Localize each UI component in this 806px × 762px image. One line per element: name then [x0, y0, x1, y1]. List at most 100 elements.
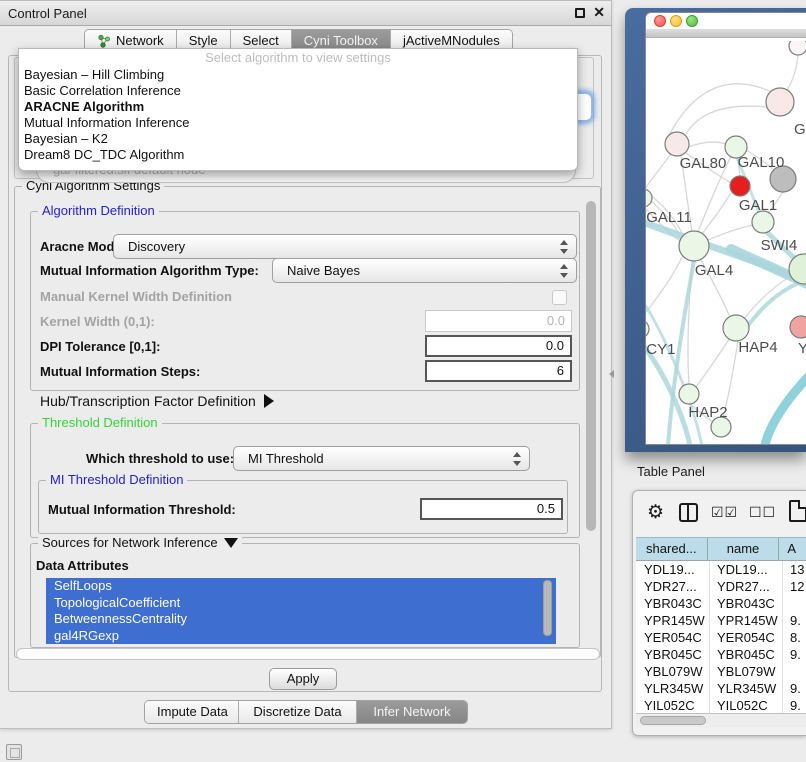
list-item-topologicalcoefficient[interactable]: TopologicalCoefficient: [46, 595, 556, 612]
expand-down-icon: [224, 538, 238, 548]
dropdown-item-mutual-information[interactable]: Mutual Information Inference: [19, 115, 577, 131]
combo-arrows-icon: [559, 263, 568, 279]
cell-value: 8.: [790, 629, 801, 646]
settings-scrollbar-thumb[interactable]: [586, 201, 596, 531]
table-horizontal-scrollbar[interactable]: [636, 713, 806, 727]
cell-name: YIL052C: [717, 697, 768, 713]
dropdown-item-bayesian-k2[interactable]: Bayesian – K2: [19, 131, 577, 147]
columns-icon[interactable]: [679, 503, 698, 522]
mi-threshold-field[interactable]: 0.5: [420, 498, 563, 520]
expand-right-icon: [264, 394, 274, 408]
table-body: YDL19...YDL19...13 YDR27...YDR27...12 YB…: [636, 561, 806, 713]
gear-icon[interactable]: ⚙: [647, 501, 664, 524]
table-header: shared... name A: [636, 537, 806, 561]
combo-arrows-icon: [512, 451, 521, 467]
aracne-mode-combo[interactable]: Discovery: [113, 234, 577, 259]
network-node-gal80[interactable]: [665, 132, 689, 156]
settings-horizontal-scrollbar[interactable]: [16, 648, 600, 660]
panel-splitter-handle[interactable]: [609, 370, 614, 378]
table-row[interactable]: YPR145WYPR145W9.: [636, 612, 806, 629]
tab-infer-network[interactable]: Infer Network: [357, 701, 467, 723]
cell-name: YBR043C: [717, 595, 775, 612]
mi-steps-field[interactable]: 6: [425, 360, 572, 382]
table-scrollbar-thumb[interactable]: [640, 716, 706, 725]
attributes-scrollbar-thumb[interactable]: [543, 580, 552, 636]
dropdown-item-dream8[interactable]: Dream8 DC_TDC Algorithm: [19, 147, 577, 163]
network-node-gal11[interactable]: [646, 189, 652, 207]
network-node-gal1[interactable]: [752, 211, 774, 233]
control-panel-titlebar: Control Panel ✕: [0, 1, 611, 26]
node-label-hap4: HAP4: [738, 339, 777, 356]
table-row[interactable]: YBR045CYBR045C9.: [636, 646, 806, 663]
cell-name: YPR145W: [717, 612, 778, 629]
network-node-red[interactable]: [730, 176, 750, 196]
aracne-mode-value: Discovery: [128, 239, 185, 254]
export-table-icon[interactable]: [789, 500, 806, 522]
node-label-gal80: GAL80: [680, 155, 727, 172]
node-label-gal-partial: GAL: [794, 121, 806, 138]
column-header-shared[interactable]: shared...: [636, 538, 708, 560]
mac-close-button[interactable]: [654, 15, 666, 27]
list-item-selfloops[interactable]: SelfLoops: [46, 578, 556, 595]
settings-vertical-scrollbar[interactable]: [586, 201, 596, 651]
cell-shared: YIL052C: [644, 697, 695, 713]
table-panel-window: ⚙ ☑☑ ☐☐ shared... name A YDL19...YDL19..…: [632, 490, 806, 736]
table-row[interactable]: YBR043CYBR043C: [636, 595, 806, 612]
cell-shared: YBR045C: [644, 646, 702, 663]
cell-value: 9.: [790, 612, 801, 629]
which-threshold-value: MI Threshold: [248, 451, 324, 466]
column-header-name[interactable]: name: [708, 538, 780, 560]
select-all-checkboxes-icon[interactable]: ☑☑: [711, 504, 738, 521]
hub-definition-toggle[interactable]: Hub/Transcription Factor Definition: [40, 393, 274, 409]
dropdown-item-aracne[interactable]: ARACNE Algorithm: [19, 99, 577, 115]
tab-discretize-data[interactable]: Discretize Data: [239, 701, 357, 723]
mi-threshold-group-title: MI Threshold Definition: [46, 473, 187, 487]
minimized-panel-icon[interactable]: [6, 744, 22, 760]
table-row[interactable]: YER054CYER054C8.: [636, 629, 806, 646]
list-item-betweennesscentrality[interactable]: BetweennessCentrality: [46, 611, 556, 628]
dropdown-item-basic-correlation[interactable]: Basic Correlation Inference: [19, 83, 577, 99]
cell-name: YDL19...: [717, 561, 768, 578]
which-threshold-combo[interactable]: MI Threshold: [233, 446, 530, 471]
close-icon[interactable]: ✕: [593, 4, 605, 21]
apply-button[interactable]: Apply: [269, 668, 337, 690]
table-row[interactable]: YIL052CYIL052C9.: [636, 697, 806, 713]
cell-value: 9.: [790, 680, 801, 697]
mac-zoom-button[interactable]: [686, 15, 698, 27]
network-node-hap4[interactable]: [723, 315, 749, 341]
sources-title-text: Sources for Network Inference: [42, 535, 218, 550]
mi-algorithm-type-combo[interactable]: Naive Bayes: [272, 258, 577, 283]
table-row[interactable]: YLR345WYLR345W9.: [636, 680, 806, 697]
column-header-partial[interactable]: A: [779, 538, 806, 560]
network-node-gal4[interactable]: [679, 231, 709, 261]
table-row[interactable]: YDR27...YDR27...12: [636, 578, 806, 595]
dropdown-item-bayesian-hill-climbing[interactable]: Bayesian – Hill Climbing: [19, 67, 577, 83]
dropdown-hint: Select algorithm to view settings: [19, 49, 577, 67]
sources-group-title[interactable]: Sources for Network Inference: [38, 536, 242, 550]
network-node-gal[interactable]: [766, 88, 794, 116]
network-canvas[interactable]: GAL80 GAL10 GAL11 GAL1 SWI4 GAL4 GCY1 HA…: [646, 41, 806, 445]
network-node[interactable]: [789, 41, 806, 55]
attributes-scrollbar[interactable]: [543, 580, 552, 640]
cell-shared: YER054C: [644, 629, 702, 646]
tab-impute-data[interactable]: Impute Data: [145, 701, 239, 723]
mac-minimize-button[interactable]: [670, 15, 682, 27]
network-node-salmon[interactable]: [790, 316, 806, 338]
control-panel-title: Control Panel: [8, 1, 87, 26]
kernel-width-field: 0.0: [425, 310, 572, 332]
bottom-tabbar: Impute Data Discretize Data Infer Networ…: [144, 700, 468, 724]
dpi-tolerance-field[interactable]: 0.0: [425, 335, 572, 357]
control-panel-window: Control Panel ✕ Network Style Select Cyn…: [0, 0, 612, 729]
table-row[interactable]: YBL079WYBL079W: [636, 663, 806, 680]
data-attributes-label: Data Attributes: [36, 558, 129, 573]
network-toolbar-strip: [646, 29, 806, 38]
list-item-gal4rgexp[interactable]: gal4RGexp: [46, 628, 556, 645]
restore-icon[interactable]: [575, 8, 585, 18]
network-node-hap2[interactable]: [679, 384, 699, 404]
deselect-all-checkboxes-icon[interactable]: ☐☐: [749, 504, 776, 521]
algorithm-definition-title: Algorithm Definition: [38, 204, 159, 218]
cell-name: YDR27...: [717, 578, 770, 595]
manual-kernel-width-checkbox[interactable]: [552, 290, 567, 305]
table-row[interactable]: YDL19...YDL19...13: [636, 561, 806, 578]
network-node-gcy1[interactable]: [646, 320, 649, 338]
